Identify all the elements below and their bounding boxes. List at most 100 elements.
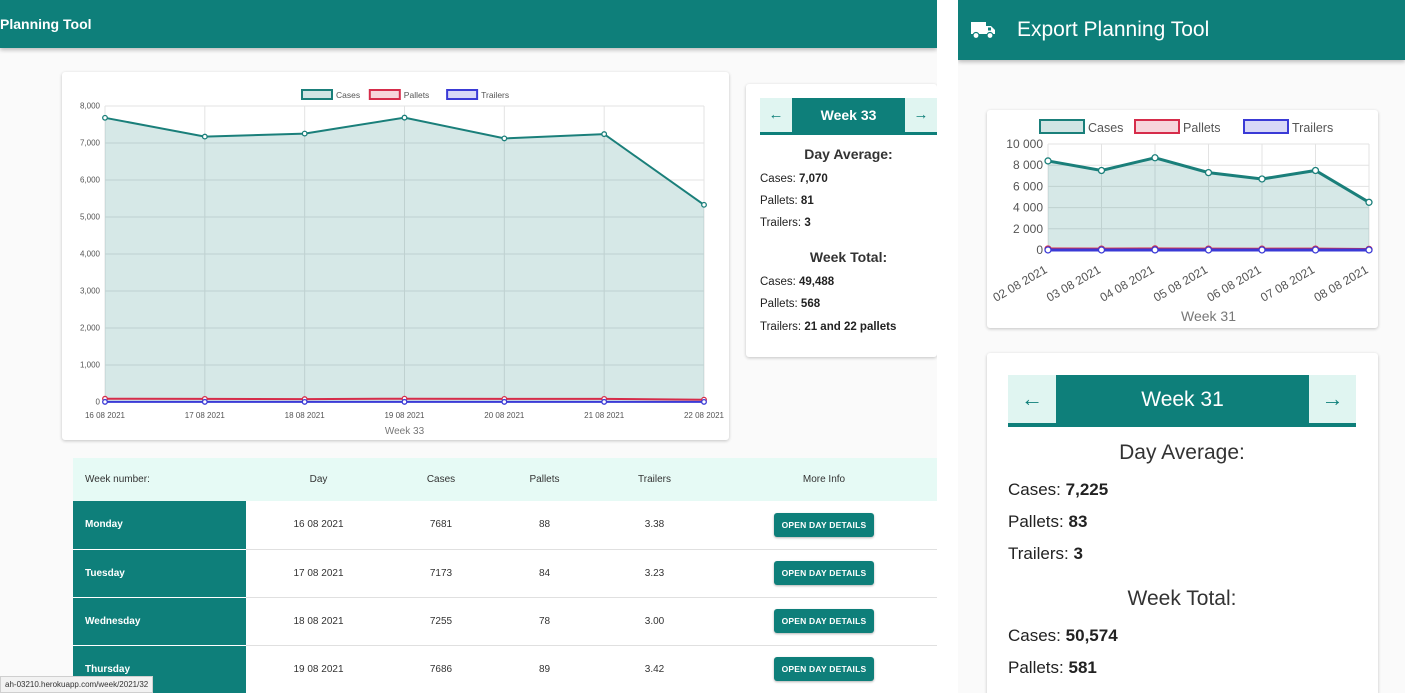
legend-label: Trailers <box>481 90 509 100</box>
legend-swatch-trailers <box>446 89 479 100</box>
week-total-trailers: Trailers: 21 and 22 pallets <box>760 321 897 333</box>
week-label: Week 31 <box>1056 375 1309 423</box>
y-tick-label: 3,000 <box>80 287 101 296</box>
y-tick-label: 8,000 <box>80 102 101 111</box>
row-day-name: Wednesday <box>73 597 246 646</box>
y-tick-label: 2,000 <box>80 324 101 333</box>
data-point <box>401 398 408 405</box>
row-date: 17 08 2021 <box>246 549 391 598</box>
week-nav-underline <box>1008 423 1356 427</box>
week-navigator: ← Week 33 → <box>760 98 937 135</box>
y-tick-label: 8 000 <box>1013 158 1043 172</box>
next-week-button[interactable]: → <box>1309 375 1356 423</box>
data-point <box>1365 198 1373 206</box>
week-nav-underline <box>760 132 937 135</box>
y-tick-label: 0 <box>96 398 101 407</box>
x-tick-label: 03 08 2021 <box>1044 262 1103 304</box>
row-date: 19 08 2021 <box>246 645 391 693</box>
row-day-name: Monday <box>73 501 246 550</box>
row-more-info: OPEN DAY DETAILS <box>711 645 937 693</box>
legend-label: Pallets <box>404 90 430 100</box>
y-tick-label: 6,000 <box>80 176 101 185</box>
week-navigator: ← Week 31 → <box>1008 375 1356 427</box>
x-tick-label: 20 08 2021 <box>484 411 525 420</box>
row-cases: 7686 <box>391 645 491 693</box>
next-week-button[interactable]: → <box>905 98 937 132</box>
x-tick-label: 19 08 2021 <box>384 411 425 420</box>
stats-card: ← Week 33 → Day Average: Cases: 7,070 Pa… <box>746 84 937 357</box>
left-screen: Planning Tool 0 1,000 2,000 3,000 4,000 5,000… <box>0 0 937 693</box>
y-tick-label: 7,000 <box>80 139 101 148</box>
legend-swatch-trailers <box>1243 119 1289 134</box>
row-cases: 7255 <box>391 597 491 646</box>
row-cases: 7173 <box>391 549 491 598</box>
legend-label: Pallets <box>1183 121 1221 135</box>
legend-swatch-pallets <box>368 89 401 100</box>
day-average-trailers: Trailers: 3 <box>760 217 811 229</box>
open-day-details-button[interactable]: OPEN DAY DETAILS <box>773 609 875 633</box>
row-day-name: Tuesday <box>73 549 246 598</box>
stats-card: ← Week 31 → Day Average: Cases: 7,225 Pa… <box>987 353 1378 693</box>
chart-card: 0 2 000 4 000 6 000 8 000 10 000 02 08 2021 03 … <box>987 110 1378 328</box>
day-average-trailers: Trailers: 3 <box>1008 544 1083 563</box>
x-tick-label: 07 08 2021 <box>1258 262 1317 304</box>
header-week-number: Week number: <box>73 458 246 501</box>
x-tick-label: 06 08 2021 <box>1204 262 1263 304</box>
day-average-cases: Cases: 7,225 <box>1008 480 1109 499</box>
row-trailers: 3.23 <box>598 549 711 598</box>
data-point <box>102 114 108 121</box>
y-tick-label: 1,000 <box>80 361 101 370</box>
data-point <box>1204 168 1213 177</box>
data-point <box>301 130 308 137</box>
line-chart: 0 1,000 2,000 3,000 4,000 5,000 6,000 7,000 8,00… <box>80 89 725 437</box>
arrow-right-icon: → <box>913 106 929 123</box>
x-tick-label: 05 08 2021 <box>1151 262 1210 304</box>
data-point <box>501 398 508 405</box>
x-axis-label: Week 33 <box>385 426 425 437</box>
row-more-info: OPEN DAY DETAILS <box>711 501 937 550</box>
x-tick-label: 16 08 2021 <box>85 411 126 420</box>
day-average-pallets: Pallets: 83 <box>1008 512 1088 531</box>
data-point <box>1151 154 1159 162</box>
truck-icon <box>971 22 995 44</box>
week-total-cases: Cases: 49,488 <box>760 276 835 288</box>
row-pallets: 78 <box>491 597 598 646</box>
table-row: Wednesday 18 08 2021 7255 78 3.00 OPEN D… <box>73 597 937 646</box>
header-pallets: Pallets <box>491 458 598 501</box>
chart-card: 0 1,000 2,000 3,000 4,000 5,000 6,000 7,000 8,00… <box>62 72 729 440</box>
prev-week-button[interactable]: ← <box>760 98 792 132</box>
arrow-right-icon: → <box>1321 386 1344 411</box>
y-tick-label: 4 000 <box>1013 201 1043 215</box>
row-pallets: 88 <box>491 501 598 550</box>
legend-swatch-cases <box>301 89 333 100</box>
data-point <box>1097 166 1106 175</box>
x-tick-label: 04 08 2021 <box>1097 262 1156 304</box>
prev-week-button[interactable]: ← <box>1008 375 1056 423</box>
y-tick-label: 2 000 <box>1013 222 1043 236</box>
y-tick-label: 5,000 <box>80 213 101 222</box>
x-tick-label: 22 08 2021 <box>684 411 725 420</box>
x-axis-label: Week 31 <box>1181 308 1236 324</box>
x-tick-label: 08 08 2021 <box>1311 262 1370 304</box>
week-total-heading: Week Total: <box>1127 587 1237 610</box>
data-point <box>1151 246 1159 254</box>
row-cases: 7681 <box>391 501 491 550</box>
week-total-pallets: Pallets: 568 <box>760 298 821 310</box>
week-total-pallets: Pallets: 581 <box>1008 658 1097 677</box>
table-header-row: Week number: Day Cases Pallets Trailers … <box>73 458 937 501</box>
x-tick-label: 17 08 2021 <box>185 411 226 420</box>
header-more-info: More Info <box>711 458 937 501</box>
table-row: Thursday 19 08 2021 7686 89 3.42 OPEN DA… <box>73 645 937 693</box>
data-point <box>1258 246 1266 254</box>
open-day-details-button[interactable]: OPEN DAY DETAILS <box>773 657 875 681</box>
app-bar: Export Planning Tool <box>958 0 1405 60</box>
week-days-table: Week number: Day Cases Pallets Trailers … <box>73 458 937 693</box>
data-point <box>401 114 408 121</box>
data-point <box>1365 246 1373 254</box>
legend-swatch-cases <box>1039 119 1085 134</box>
week-total-cases: Cases: 50,574 <box>1008 626 1118 645</box>
header-trailers: Trailers <box>598 458 711 501</box>
open-day-details-button[interactable]: OPEN DAY DETAILS <box>773 561 875 585</box>
legend-label: Cases <box>336 90 360 100</box>
open-day-details-button[interactable]: OPEN DAY DETAILS <box>773 512 875 537</box>
